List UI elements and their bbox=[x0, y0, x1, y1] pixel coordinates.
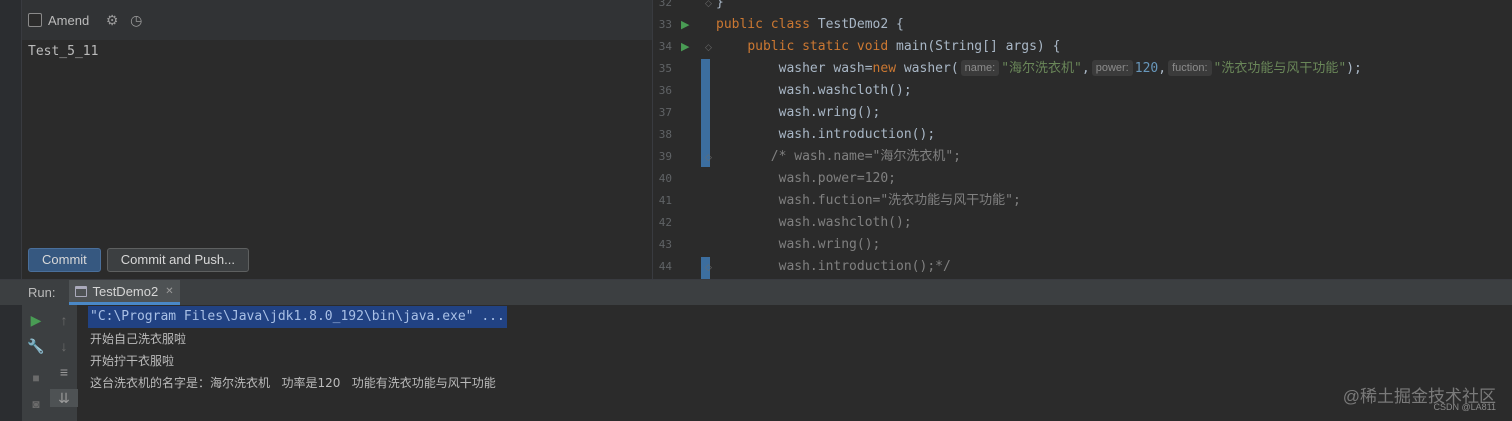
line-number: 34 bbox=[658, 40, 672, 53]
code-line: 41 wash.fuction="洗衣功能与风干功能"; bbox=[653, 190, 1512, 212]
amend-label[interactable]: Amend bbox=[48, 13, 89, 28]
arrow-down-icon[interactable]: ↓ bbox=[50, 337, 78, 355]
run-tab-testdemo2[interactable]: TestDemo2 ✕ bbox=[69, 280, 180, 305]
code-line: 42 wash.washcloth(); bbox=[653, 212, 1512, 234]
code-text: public static void main(String[] args) { bbox=[747, 39, 1061, 54]
commit-buttons: Commit Commit and Push... bbox=[28, 248, 249, 272]
code-text: wash.introduction(); bbox=[716, 127, 936, 142]
code-line: 32 ◇ } bbox=[653, 0, 1512, 14]
commit-and-push-button[interactable]: Commit and Push... bbox=[106, 248, 249, 272]
run-play-icon[interactable]: ▶ bbox=[681, 36, 695, 58]
camera-icon[interactable]: ◙ bbox=[22, 395, 50, 413]
line-number: 42 bbox=[658, 216, 672, 229]
code-text: wash.introduction();*/ bbox=[716, 259, 951, 274]
console-line: 开始自己洗衣服啦 bbox=[90, 332, 187, 346]
commit-toolbar: Amend ⚙ ◷ bbox=[22, 0, 652, 40]
code-text: } bbox=[716, 0, 724, 10]
fold-icon[interactable]: ◇ bbox=[705, 36, 714, 58]
arrow-up-icon[interactable]: ↑ bbox=[50, 311, 78, 329]
line-number: 38 bbox=[658, 128, 672, 141]
fold-icon[interactable]: ◇ bbox=[705, 146, 714, 168]
fold-icon[interactable]: ◇ bbox=[705, 0, 714, 14]
code-text: wash.washcloth(); bbox=[716, 215, 912, 230]
soft-wrap-icon[interactable]: ≡ bbox=[50, 363, 78, 381]
watermark-sub: CSDN @LA811 bbox=[1433, 402, 1497, 412]
code-text: public class TestDemo2 { bbox=[716, 17, 904, 32]
code-line: 39 ◇ /* wash.name="海尔洗衣机"; bbox=[653, 146, 1512, 168]
scroll-to-end-icon[interactable]: ⇊ bbox=[50, 389, 78, 407]
code-line: 37 wash.wring(); bbox=[653, 102, 1512, 124]
line-number: 43 bbox=[658, 238, 672, 251]
console-line: "C:\Program Files\Java\jdk1.8.0_192\bin\… bbox=[88, 306, 507, 328]
code-line: 44 ◇ wash.introduction();*/ bbox=[653, 256, 1512, 278]
code-text: /* wash.name="海尔洗衣机"; bbox=[716, 149, 962, 164]
param-hint: fuction: bbox=[1168, 60, 1212, 76]
code-line: 40 wash.power=120; bbox=[653, 168, 1512, 190]
param-hint: power: bbox=[1091, 60, 1133, 76]
code-line: 35 washer wash=new washer(name: "海尔洗衣机", p… bbox=[653, 58, 1512, 80]
rerun-icon[interactable]: ▶ bbox=[22, 311, 50, 329]
stop-icon[interactable]: ■ bbox=[22, 369, 50, 387]
param-hint: name: bbox=[960, 60, 1000, 76]
code-line: 43 wash.wring(); bbox=[653, 234, 1512, 256]
amend-checkbox[interactable] bbox=[28, 13, 42, 27]
line-number: 41 bbox=[658, 194, 672, 207]
code-text: wash.wring(); bbox=[716, 237, 881, 252]
commit-message-input[interactable]: Test_5_11 bbox=[28, 44, 98, 59]
commit-button[interactable]: Commit bbox=[28, 248, 101, 272]
wrench-icon[interactable]: 🔧 bbox=[22, 337, 50, 355]
code-editor[interactable]: 32 ◇ } 33 ▶ public class TestDemo2 { 34 … bbox=[653, 0, 1512, 279]
code-text: washer wash=new washer(name: "海尔洗衣机", powe… bbox=[716, 60, 1362, 76]
line-number: 36 bbox=[658, 84, 672, 97]
left-tool-strip-bottom bbox=[0, 305, 22, 421]
close-icon[interactable]: ✕ bbox=[165, 286, 173, 297]
code-text: wash.fuction="洗衣功能与风干功能"; bbox=[716, 193, 1021, 208]
commit-panel: Amend ⚙ ◷ Test_5_11 Commit Commit and Pu… bbox=[22, 0, 652, 279]
app-window-icon bbox=[75, 285, 88, 297]
code-text: wash.power=120; bbox=[716, 171, 897, 186]
console-output[interactable]: "C:\Program Files\Java\jdk1.8.0_192\bin\… bbox=[78, 305, 1512, 421]
code-text: wash.wring(); bbox=[716, 105, 881, 120]
run-tab-label: TestDemo2 bbox=[92, 283, 159, 299]
line-number: 35 bbox=[658, 62, 672, 75]
run-toolbar-primary: ▶ 🔧 ■ ◙ bbox=[22, 305, 50, 421]
run-title: Run: bbox=[28, 285, 56, 300]
clock-icon[interactable]: ◷ bbox=[127, 12, 145, 29]
fold-icon[interactable]: ◇ bbox=[705, 256, 714, 278]
code-line: 34 ▶ ◇ public static void main(String[] … bbox=[653, 36, 1512, 58]
left-tool-strip bbox=[0, 0, 22, 279]
code-line: 33 ▶ public class TestDemo2 { bbox=[653, 14, 1512, 36]
line-number: 40 bbox=[658, 172, 672, 185]
line-number: 32 bbox=[658, 0, 672, 9]
line-number: 33 bbox=[658, 18, 672, 31]
code-line: 38 wash.introduction(); bbox=[653, 124, 1512, 146]
run-header: Run: TestDemo2 ✕ bbox=[0, 280, 1512, 305]
run-toolbar-secondary: ↑ ↓ ≡ ⇊ bbox=[50, 305, 78, 421]
console-line: 开始拧干衣服啦 bbox=[90, 354, 175, 368]
line-number: 37 bbox=[658, 106, 672, 119]
code-text: wash.washcloth(); bbox=[716, 83, 912, 98]
gear-icon[interactable]: ⚙ bbox=[103, 12, 121, 29]
line-number: 44 bbox=[658, 260, 672, 273]
line-number: 39 bbox=[658, 150, 672, 163]
run-play-icon[interactable]: ▶ bbox=[681, 14, 695, 36]
code-line: 36 wash.washcloth(); bbox=[653, 80, 1512, 102]
console-line: 这台洗衣机的名字是：海尔洗衣机 功率是120 功能有洗衣功能与风干功能 bbox=[90, 376, 496, 390]
